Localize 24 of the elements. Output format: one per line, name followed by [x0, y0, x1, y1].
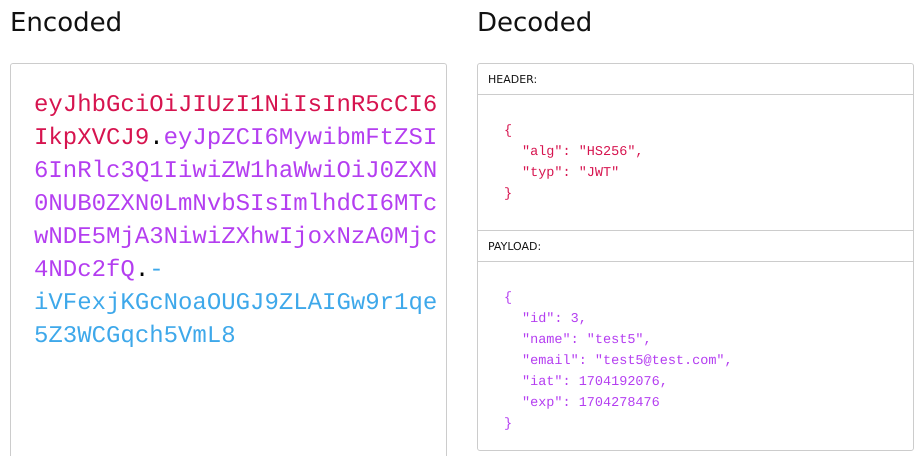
json-brace: } — [504, 416, 512, 434]
encoded-token-field[interactable]: eyJhbGciOiJIUzI1NiIsInR5cCI6 IkpXVCJ9.eyJpZCI6MywibmFtZSI 6InRlc3Q1IiwiZW1haWwiOiJ0ZXN 0NUB0ZXN0LmNvbSIsImlhdCI6MTc wNDE5MjA3NiwiZXhwIjoxNzA0Mjc 4NDc2fQ.- iVFexjKGcNoaOUGJ9ZLAIGw9r1qe 5Z3WCGqch5VmL8 — [10, 63, 447, 456]
json-brace: { — [504, 290, 512, 308]
json-field: "id": 3, — [522, 309, 587, 330]
json-field: "typ": "JWT" — [522, 163, 620, 184]
json-field: "iat": 1704192076, — [522, 372, 668, 393]
token-line: 4NDc2fQ.- — [34, 256, 165, 286]
json-field: "name": "test5", — [522, 330, 652, 351]
section-header: HEADER: — [478, 64, 913, 95]
encoded-heading: Encoded — [10, 7, 124, 40]
json-brace: } — [504, 186, 512, 204]
token-line: 6InRlc3Q1IiwiZW1haWwiOiJ0ZXN — [34, 157, 438, 187]
json-field: "email": "test5@test.com", — [522, 351, 733, 372]
token-line: IkpXVCJ9.eyJpZCI6MywibmFtZSI — [34, 124, 438, 154]
json-brace: { — [504, 123, 512, 141]
token-line: iVFexjKGcNoaOUGJ9ZLAIGw9r1qe — [34, 289, 438, 319]
token-line: 0NUB0ZXN0LmNvbSIsImlhdCI6MTc — [34, 190, 438, 220]
json-field: "exp": 1704278476 — [522, 393, 660, 414]
decoded-heading: Decoded — [477, 7, 594, 40]
token-line: 5Z3WCGqch5VmL8 — [34, 322, 237, 352]
token-line: wNDE5MjA3NiwiZXhwIjoxNzA0Mjc — [34, 223, 438, 253]
section-header: PAYLOAD: — [478, 231, 913, 262]
json-field: "alg": "HS256", — [522, 142, 644, 163]
token-line: eyJhbGciOiJIUzI1NiIsInR5cCI6 — [34, 91, 438, 121]
